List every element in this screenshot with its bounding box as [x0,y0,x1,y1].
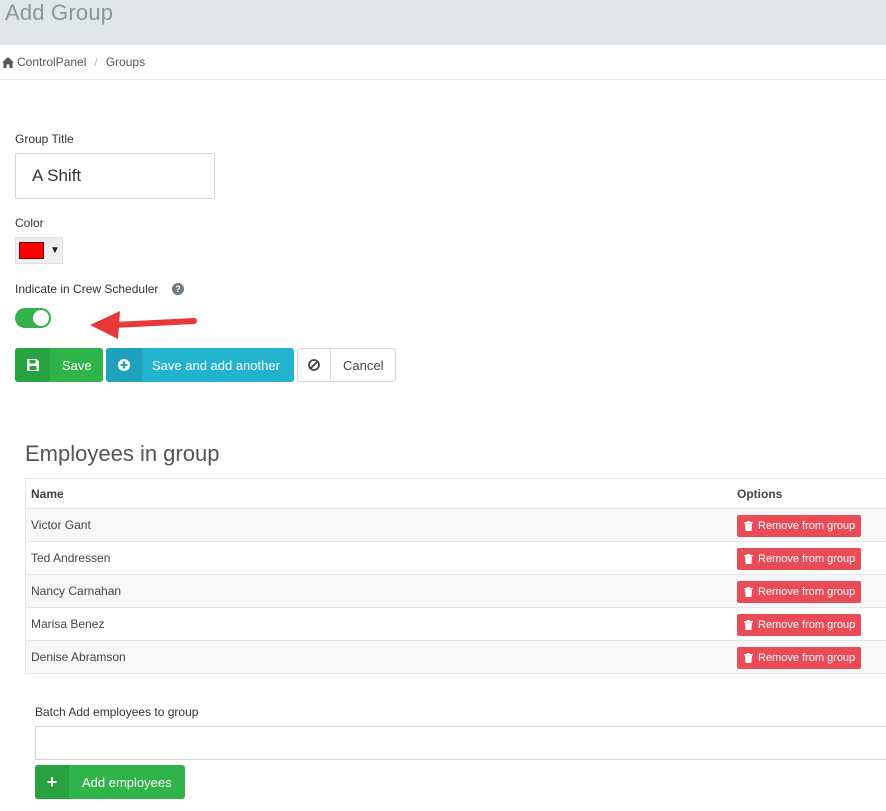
group-title-label: Group Title [15,132,74,146]
breadcrumb-separator: / [94,55,98,69]
cancel-button-label: Cancel [343,357,384,373]
employee-name: Denise Abramson [31,650,126,664]
batch-add-input[interactable] [35,726,886,760]
save-and-add-another-button[interactable]: Save and add another [106,348,294,382]
remove-from-group-button[interactable]: Remove from group [737,614,862,636]
remove-from-group-button[interactable]: Remove from group [737,515,862,537]
cancel-button[interactable]: Cancel [297,348,396,382]
color-label: Color [15,216,44,230]
color-swatch [19,242,44,259]
toggle-knob [33,310,49,326]
employees-section-title: Employees in group [25,441,220,466]
batch-add-label: Batch Add employees to group [35,705,199,719]
remove-from-group-button[interactable]: Remove from group [737,647,862,669]
employee-name: Nancy Carnahan [31,584,122,598]
save-button-label: Save [62,357,92,373]
add-employees-button[interactable]: + Add employees [35,765,185,799]
column-header-options: Options [737,486,783,501]
employee-name: Victor Gant [31,518,91,532]
remove-from-group-label: Remove from group [758,619,856,631]
employees-table: Name Options Victor Gant Remove from grou… [25,478,886,674]
trash-icon [744,620,753,630]
home-icon [2,56,14,68]
page-title: Add Group [5,0,114,25]
red-arrow-annotation [90,311,197,339]
trash-icon [744,587,753,597]
trash-icon [744,521,753,531]
color-picker[interactable]: ▼ [15,237,63,264]
table-row: Marisa Benez Remove from group [26,608,886,641]
save-button[interactable]: Save [15,348,103,382]
save-and-add-another-label: Save and add another [152,357,280,373]
remove-from-group-label: Remove from group [758,520,856,532]
remove-from-group-button[interactable]: Remove from group [737,581,862,603]
table-row: Nancy Carnahan Remove from group [26,575,886,608]
employee-name: Marisa Benez [31,617,105,631]
caret-down-icon: ▼ [50,245,60,256]
plus-icon: + [35,765,69,799]
breadcrumb-controlpanel-link[interactable]: ControlPanel [17,55,86,69]
table-row: Denise Abramson Remove from group [26,641,886,674]
table-row: Ted Andressen Remove from group [26,542,886,575]
crew-scheduler-toggle[interactable] [15,308,51,328]
plus-circle-icon [106,348,142,382]
crew-scheduler-label: Indicate in Crew Scheduler [15,282,159,296]
employee-name: Ted Andressen [31,551,111,565]
remove-from-group-button[interactable]: Remove from group [737,548,862,570]
floppy-disk-icon [15,348,50,382]
table-row: Victor Gant Remove from group [26,509,886,542]
page-header: Add Group [0,0,886,45]
remove-from-group-label: Remove from group [758,652,856,664]
trash-icon [744,554,753,564]
column-header-name: Name [31,486,64,501]
add-employees-button-label: Add employees [82,774,172,790]
remove-from-group-label: Remove from group [758,553,856,565]
group-title-input[interactable] [15,153,215,199]
remove-from-group-label: Remove from group [758,586,856,598]
help-icon[interactable]: ? [172,283,184,295]
ban-icon [298,349,331,381]
trash-icon [744,653,753,663]
table-header-row: Name Options [26,479,886,509]
breadcrumb: ControlPanel / Groups [0,45,886,80]
breadcrumb-current: Groups [105,55,146,69]
